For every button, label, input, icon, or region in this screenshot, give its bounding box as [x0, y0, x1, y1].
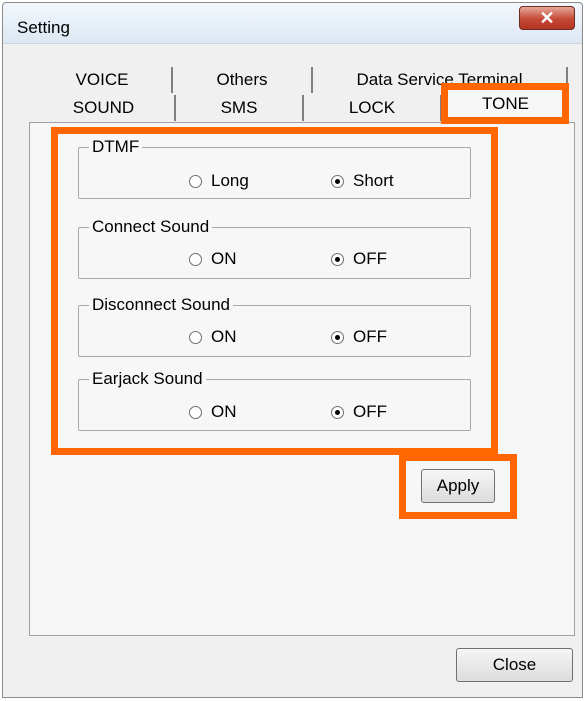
tab-lock[interactable]: LOCK [304, 95, 442, 121]
window-title: Setting [17, 18, 70, 37]
tab-label: Others [216, 70, 268, 89]
close-icon: ✕ [539, 8, 555, 28]
tab-label: SOUND [72, 98, 135, 117]
tab-label: SMS [220, 98, 258, 117]
close-window-button[interactable]: ✕ [519, 6, 575, 30]
title-bar: Setting ✕ [3, 3, 582, 44]
settings-dialog: Setting ✕ VOICE Others Data Service Term… [2, 2, 583, 698]
tab-voice[interactable]: VOICE [33, 67, 173, 93]
close-button[interactable]: Close [456, 648, 573, 682]
tab-label: VOICE [75, 70, 129, 89]
tab-sms[interactable]: SMS [176, 95, 304, 121]
highlight-settings-area [51, 127, 498, 455]
tab-sound[interactable]: SOUND [33, 95, 176, 121]
highlight-tone-tab [441, 83, 569, 124]
tab-others[interactable]: Others [173, 67, 313, 93]
tab-label: LOCK [348, 98, 396, 117]
highlight-apply-button [399, 454, 517, 519]
